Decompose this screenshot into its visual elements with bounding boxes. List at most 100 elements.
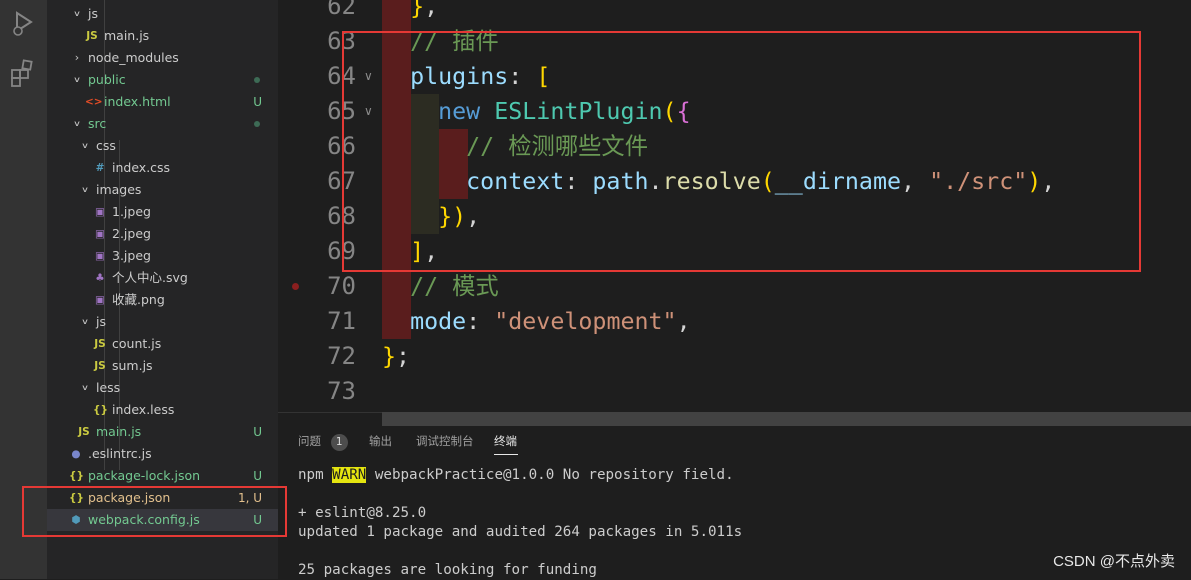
breakpoint-dot[interactable] [292, 283, 299, 290]
line-number: 64 [327, 62, 356, 90]
explorer-file[interactable]: JS main.js U [47, 421, 278, 443]
extensions-icon[interactable] [8, 58, 38, 88]
line-number: 67 [327, 167, 356, 195]
code-line[interactable]: 65 ∨ new ESLintPlugin({ [278, 94, 1191, 129]
file-label: sum.js [112, 358, 153, 373]
fold-chevron-icon[interactable]: ∨ [364, 94, 373, 129]
code-text: context: path.resolve(__dirname, "./src"… [466, 168, 1056, 195]
code-line[interactable]: 72}; [278, 339, 1191, 374]
explorer-folder[interactable]: ∨ js [47, 311, 278, 333]
explorer-file[interactable]: <> index.html U [47, 91, 278, 113]
code-editor[interactable]: 62 }, 63 // 插件 64 ∨ plugins: [65 ∨ new ESLin… [278, 0, 1191, 412]
chevron-down-icon[interactable]: ∨ [79, 138, 91, 153]
file-label: index.css [112, 160, 171, 175]
folder-label: src [88, 116, 107, 131]
file-label: 个人中心.svg [112, 270, 188, 285]
chevron-down-icon[interactable]: ∨ [79, 182, 91, 197]
explorer-file[interactable]: ● .eslintrc.js [47, 443, 278, 465]
chevron-down-icon[interactable]: ∨ [71, 6, 83, 21]
code-line[interactable]: 63 // 插件 [278, 24, 1191, 59]
file-label: index.less [112, 402, 175, 417]
chevron-down-icon[interactable]: ∨ [79, 380, 91, 395]
file-label: main.js [96, 424, 142, 439]
explorer-folder[interactable]: ∨ public [47, 69, 278, 91]
css-file-icon: # [95, 162, 105, 174]
explorer-file[interactable]: ▣ 3.jpeg [47, 245, 278, 267]
explorer-file[interactable]: JS main.js [47, 25, 278, 47]
tab-terminal[interactable]: 终端 [494, 433, 517, 449]
folder-label: less [96, 380, 121, 395]
code-text: }), [438, 203, 481, 230]
code-line[interactable]: 68 }), [278, 199, 1191, 234]
explorer-file[interactable]: {} index.less [47, 399, 278, 421]
explorer-folder[interactable]: ∨ js [47, 3, 278, 25]
code-line[interactable]: 64 ∨ plugins: [ [278, 59, 1191, 94]
file-label: package-lock.json [88, 468, 201, 483]
chevron-down-icon[interactable]: ∨ [71, 116, 83, 131]
git-status-badge: U [253, 513, 262, 527]
chevron-right-icon[interactable]: › [71, 47, 83, 69]
folder-label: images [96, 182, 142, 197]
tab-output[interactable]: 输出 [369, 433, 392, 449]
json-file-icon: {} [69, 470, 84, 482]
explorer-file[interactable]: JS count.js [47, 333, 278, 355]
code-text: plugins: [ [410, 63, 551, 90]
code-line[interactable]: 73 [278, 374, 1191, 409]
tab-problems[interactable]: 问题 1 [298, 433, 348, 451]
file-label: 2.jpeg [112, 226, 151, 241]
code-line[interactable]: 67 context: path.resolve(__dirname, "./s… [278, 164, 1191, 199]
folder-label: public [88, 72, 126, 87]
code-text: // 插件 [410, 28, 499, 55]
terminal-line-funding: 25 packages are looking for funding [298, 562, 597, 578]
file-label: package.json [88, 490, 171, 505]
svg-file-icon: ♣ [95, 272, 105, 284]
explorer-file[interactable]: ▣ 收藏.png [47, 289, 278, 311]
explorer-folder[interactable]: ∨ images [47, 179, 278, 201]
code-line[interactable]: 70 // 模式 [278, 269, 1191, 304]
js-file-icon: JS [86, 30, 98, 42]
line-number: 73 [327, 377, 356, 405]
js-file-icon: JS [78, 426, 90, 438]
chevron-down-icon[interactable]: ∨ [79, 314, 91, 329]
json-file-icon: {} [69, 492, 84, 504]
explorer-file[interactable]: # index.css [47, 157, 278, 179]
json-file-icon: {} [93, 404, 108, 416]
horizontal-scrollbar[interactable] [382, 412, 1191, 426]
git-status-badge: U [253, 95, 262, 109]
webpack-file-icon: ⬢ [71, 514, 81, 526]
active-tab-underline [494, 454, 518, 455]
explorer-file[interactable]: ♣ 个人中心.svg [47, 267, 278, 289]
fold-chevron-icon[interactable]: ∨ [364, 59, 373, 94]
explorer-folder[interactable]: ∨ src [47, 113, 278, 135]
line-number: 65 [327, 97, 356, 125]
explorer-folder[interactable]: ∨ css [47, 135, 278, 157]
code-text: mode: "development", [410, 308, 691, 335]
explorer-folder[interactable]: ∨ less [47, 377, 278, 399]
git-status-dot [254, 77, 260, 83]
folder-label: node_modules [88, 50, 179, 65]
code-line[interactable]: 66 // 检测哪些文件 [278, 129, 1191, 164]
tab-debug-console[interactable]: 调试控制台 [416, 433, 474, 449]
line-number: 68 [327, 202, 356, 230]
run-debug-icon[interactable] [8, 8, 38, 38]
js-file-icon: JS [94, 360, 106, 372]
explorer-file[interactable]: {} package.json 1, U [47, 487, 278, 509]
file-label: 收藏.png [112, 292, 165, 307]
git-status-badge: U [253, 425, 262, 439]
code-line[interactable]: 69 ], [278, 234, 1191, 269]
explorer-file[interactable]: {} package-lock.json U [47, 465, 278, 487]
code-text: // 检测哪些文件 [466, 133, 649, 160]
explorer-file[interactable]: ▣ 2.jpeg [47, 223, 278, 245]
explorer-file[interactable]: JS sum.js [47, 355, 278, 377]
explorer-file[interactable]: ▣ 1.jpeg [47, 201, 278, 223]
git-status-badge: 1, U [237, 491, 262, 505]
code-text: }, [410, 0, 439, 20]
explorer-folder[interactable]: › node_modules [47, 47, 278, 69]
code-line[interactable]: 71 mode: "development", [278, 304, 1191, 339]
explorer-file[interactable]: ⬢ webpack.config.js U [47, 509, 278, 531]
chevron-down-icon[interactable]: ∨ [71, 72, 83, 87]
folder-label: css [96, 138, 116, 153]
file-label: index.html [104, 94, 171, 109]
file-label: main.js [104, 28, 150, 43]
code-line[interactable]: 62 }, [278, 0, 1191, 24]
